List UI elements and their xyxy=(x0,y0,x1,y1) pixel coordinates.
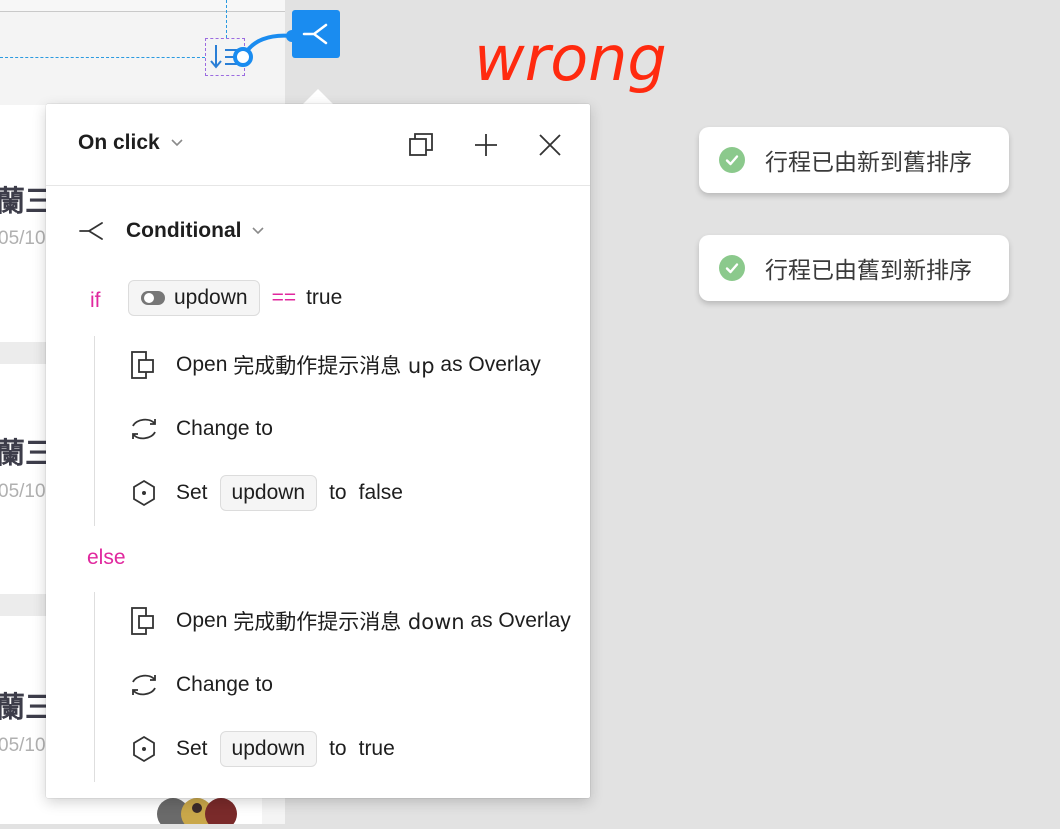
toast-oldest-first: 行程已由舊到新排序 xyxy=(699,235,1009,301)
action-verb: Set xyxy=(176,481,208,504)
action-verb: Change to xyxy=(176,417,273,440)
duplicate-icon[interactable] xyxy=(406,130,436,160)
trigger-label: On click xyxy=(78,131,160,154)
variable-icon xyxy=(133,735,155,763)
action-change-to[interactable]: Change to xyxy=(128,409,273,449)
panel-header: On click xyxy=(46,104,590,186)
else-keyword: else xyxy=(87,546,126,569)
if-branch-line xyxy=(94,336,95,526)
conditional-branch-icon xyxy=(302,23,328,45)
change-to-icon xyxy=(132,418,156,440)
condition-variable: updown xyxy=(174,286,248,309)
action-to: to xyxy=(329,737,347,760)
if-keyword: if xyxy=(90,289,101,312)
variable-icon xyxy=(133,479,155,507)
action-open-overlay-down[interactable]: Open 完成動作提示消息 down as Overlay xyxy=(128,601,571,641)
change-to-icon xyxy=(132,674,156,696)
set-variable-pill[interactable]: updown xyxy=(219,475,318,511)
action-open-overlay-up[interactable]: Open 完成動作提示消息 up as Overlay xyxy=(128,345,541,385)
card-date: 05/10 xyxy=(0,481,46,502)
set-variable-pill[interactable]: updown xyxy=(219,731,318,767)
selection-guide-horizontal xyxy=(0,57,205,58)
overlay-icon xyxy=(131,607,154,635)
set-value[interactable]: false xyxy=(359,481,403,505)
action-to: to xyxy=(329,481,347,504)
toast-message: 行程已由舊到新排序 xyxy=(765,258,972,284)
conditional-branch-icon xyxy=(79,222,103,240)
chevron-down-icon xyxy=(252,227,265,235)
else-branch-line xyxy=(94,592,95,782)
check-circle-icon xyxy=(719,147,745,173)
action-target: 完成動作提示消息 up xyxy=(233,354,435,378)
action-set-variable[interactable]: Set updown to false xyxy=(128,473,403,513)
plus-icon[interactable] xyxy=(471,130,501,160)
trigger-dropdown[interactable]: On click xyxy=(78,131,184,155)
toast-newest-first: 行程已由新到舊排序 xyxy=(699,127,1009,193)
set-value[interactable]: true xyxy=(359,737,395,761)
action-suffix: as Overlay xyxy=(470,609,571,632)
boolean-toggle-icon xyxy=(141,291,165,305)
action-target: 完成動作提示消息 down xyxy=(233,610,465,634)
selection-guide-vertical xyxy=(226,0,227,38)
condition-value[interactable]: true xyxy=(306,286,342,310)
toast-message: 行程已由新到舊排序 xyxy=(765,150,972,176)
action-verb: Open xyxy=(176,353,228,376)
prototype-interaction-node[interactable] xyxy=(292,10,340,58)
card-date: 05/10 xyxy=(0,735,46,756)
action-change-to[interactable]: Change to xyxy=(128,665,273,705)
avatar-group xyxy=(155,794,245,829)
frame-top-bar xyxy=(0,0,285,12)
condition-variable-pill[interactable]: updown xyxy=(128,280,260,316)
condition-operator[interactable]: == xyxy=(272,286,297,310)
check-circle-icon xyxy=(719,255,745,281)
interaction-panel: On click Conditional if updown == true O… xyxy=(46,104,590,798)
action-verb: Change to xyxy=(176,673,273,696)
conditional-dropdown[interactable]: Conditional xyxy=(78,219,265,243)
action-suffix: as Overlay xyxy=(440,353,541,376)
action-verb: Open xyxy=(176,609,228,632)
condition-expression: updown == true xyxy=(128,280,342,316)
conditional-label: Conditional xyxy=(126,219,242,242)
svg-text:wrong: wrong xyxy=(474,22,667,95)
action-set-variable[interactable]: Set updown to true xyxy=(128,729,395,769)
chevron-down-icon xyxy=(171,139,183,147)
close-icon[interactable] xyxy=(535,130,565,160)
panel-pointer xyxy=(303,89,333,104)
overlay-icon xyxy=(131,351,154,379)
action-verb: Set xyxy=(176,737,208,760)
card-date: 05/10 xyxy=(0,228,46,249)
